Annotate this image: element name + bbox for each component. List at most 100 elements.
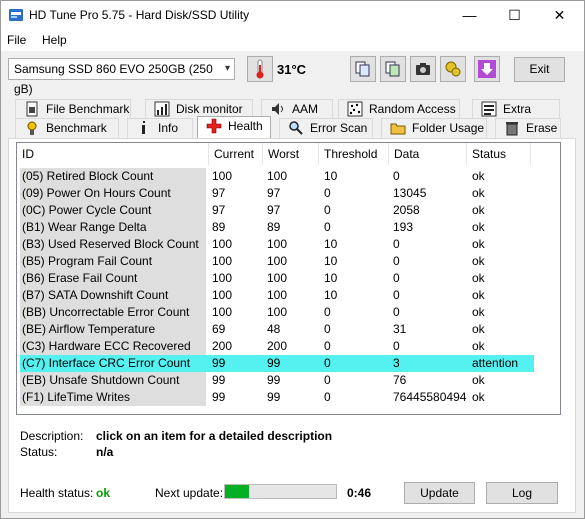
tab-error-scan[interactable]: Error Scan (279, 118, 373, 138)
tab-file-benchmark[interactable]: File Benchmark (15, 99, 131, 119)
column-header-id[interactable]: ID (17, 143, 209, 165)
copy-text-button[interactable] (350, 56, 376, 82)
disk-monitor-icon (154, 101, 170, 117)
cell-threshold: 0 (324, 373, 331, 387)
status-label: Status: (20, 445, 58, 459)
progress-fill (225, 485, 250, 498)
column-header-status[interactable]: Status (467, 143, 531, 165)
table-row[interactable]: (B7) SATA Downshift Count 100 100 10 0 ok (20, 287, 534, 304)
column-header-current[interactable]: Current (209, 143, 263, 165)
column-header-data[interactable]: Data (389, 143, 467, 165)
save-button[interactable] (474, 56, 500, 82)
cell-data: 0 (393, 339, 400, 353)
menu-file[interactable]: File (7, 33, 26, 47)
cell-current: 200 (212, 339, 233, 353)
info-icon (142, 121, 145, 134)
title-bar: HD Tune Pro 5.75 - Hard Disk/SSD Utility… (1, 1, 584, 29)
status-value: n/a (96, 445, 114, 459)
log-button[interactable]: Log (486, 482, 558, 504)
cell-data: 0 (393, 305, 400, 319)
column-header-worst[interactable]: Worst (263, 143, 319, 165)
table-row[interactable]: (BE) Airflow Temperature 69 48 0 31 ok (20, 321, 534, 338)
hd-tune-logo-icon (9, 9, 23, 21)
close-button[interactable]: ✕ (537, 1, 582, 29)
tab-extra-tests[interactable]: Extra tests (472, 99, 560, 134)
cell-status: ok (472, 220, 485, 234)
cell-status: attention (472, 356, 519, 370)
cell-id: (0C) Power Cycle Count (20, 202, 206, 219)
table-row[interactable]: (B3) Used Reserved Block Count 100 100 10 0 o… (20, 236, 534, 253)
cell-threshold: 10 (324, 254, 338, 268)
cell-data: 13045 (393, 186, 427, 200)
cell-status: ok (472, 271, 485, 285)
cell-id: (B5) Program Fail Count (20, 253, 206, 270)
cell-threshold: 0 (324, 390, 331, 404)
tab-random-access[interactable]: Random Access (338, 99, 460, 119)
magnifier-icon (289, 121, 303, 135)
cell-status: ok (472, 254, 485, 268)
column-header-threshold[interactable]: Threshold (319, 143, 389, 165)
maximize-button[interactable]: ☐ (492, 1, 537, 29)
cell-current: 99 (212, 373, 226, 387)
cell-current: 100 (212, 254, 233, 268)
table-row[interactable]: (0C) Power Cycle Count 97 97 0 2058 ok (20, 202, 534, 219)
exit-button[interactable]: Exit (514, 57, 565, 82)
menu-bar: File Help (1, 29, 584, 51)
table-row[interactable]: (BB) Uncorrectable Error Count 100 100 0 0 ok (20, 304, 534, 321)
table-row[interactable]: (B1) Wear Range Delta 89 89 0 193 ok (20, 219, 534, 236)
table-row[interactable]: (C3) Hardware ECC Recovered 200 200 0 0 ok (20, 338, 534, 355)
table-row[interactable]: (09) Power On Hours Count 97 97 0 13045 ok (20, 185, 534, 202)
cell-status: ok (472, 288, 485, 302)
copy-text-icon (355, 61, 370, 77)
update-button[interactable]: Update (404, 482, 475, 504)
table-row[interactable]: (F1) LifeTime Writes 99 99 0 76445580494 ok (20, 389, 534, 406)
cell-current: 100 (212, 169, 233, 183)
options-button[interactable] (440, 56, 466, 82)
download-arrow-icon (478, 60, 496, 78)
cell-status: ok (472, 169, 485, 183)
cell-current: 99 (212, 356, 226, 370)
cell-status: ok (472, 339, 485, 353)
minimize-button[interactable]: — (447, 1, 492, 29)
drive-select[interactable]: Samsung SSD 860 EVO 250GB (250 gB) ▾ (8, 58, 235, 96)
tab-folder-usage[interactable]: Folder Usage (381, 118, 487, 138)
table-header: ID Current Worst Threshold Data Status (17, 143, 560, 165)
options-icon (445, 61, 461, 77)
folder-icon (390, 123, 406, 135)
cell-status: ok (472, 237, 485, 251)
cell-threshold: 0 (324, 322, 331, 336)
cell-data: 2058 (393, 203, 420, 217)
health-status-label: Health status: (20, 486, 94, 500)
tab-erase[interactable]: Erase (495, 118, 561, 138)
tab-aam[interactable]: AAM (261, 99, 333, 119)
cell-data: 76 (393, 373, 407, 387)
cell-id: (F1) LifeTime Writes (20, 389, 206, 406)
tab-info[interactable]: Info (127, 118, 193, 138)
screenshot-button[interactable] (410, 56, 436, 82)
table-row[interactable]: (B6) Erase Fail Count 100 100 10 0 ok (20, 270, 534, 287)
cell-id: (C7) Interface CRC Error Count (22, 356, 191, 370)
cell-id: (B6) Erase Fail Count (20, 270, 206, 287)
cell-threshold: 0 (324, 186, 331, 200)
table-row[interactable]: (EB) Unsafe Shutdown Count 99 99 0 76 ok (20, 372, 534, 389)
cell-id: (EB) Unsafe Shutdown Count (20, 372, 206, 389)
tab-benchmark[interactable]: Benchmark (15, 118, 119, 138)
cell-threshold: 0 (324, 356, 331, 370)
cell-id: (B3) Used Reserved Block Count (20, 236, 206, 253)
smart-table[interactable]: ID Current Worst Threshold Data Status (… (16, 142, 561, 415)
random-access-icon (347, 101, 363, 117)
tab-health[interactable]: Health (197, 116, 271, 138)
table-row[interactable]: (C7) Interface CRC Error Count 99 99 0 3 atte… (20, 355, 534, 372)
temperature-button[interactable] (247, 56, 273, 82)
cell-worst: 97 (267, 203, 281, 217)
copy-screenshot-button[interactable] (380, 56, 406, 82)
cell-current: 97 (212, 203, 226, 217)
copy-screenshot-icon (385, 61, 400, 77)
table-row[interactable]: (05) Retired Block Count 100 100 10 0 ok (20, 168, 534, 185)
table-row[interactable]: (B5) Program Fail Count 100 100 10 0 ok (20, 253, 534, 270)
cell-worst: 99 (267, 373, 281, 387)
benchmark-icon (27, 121, 37, 135)
cell-threshold: 0 (324, 203, 331, 217)
menu-help[interactable]: Help (42, 33, 67, 47)
cell-threshold: 10 (324, 237, 338, 251)
